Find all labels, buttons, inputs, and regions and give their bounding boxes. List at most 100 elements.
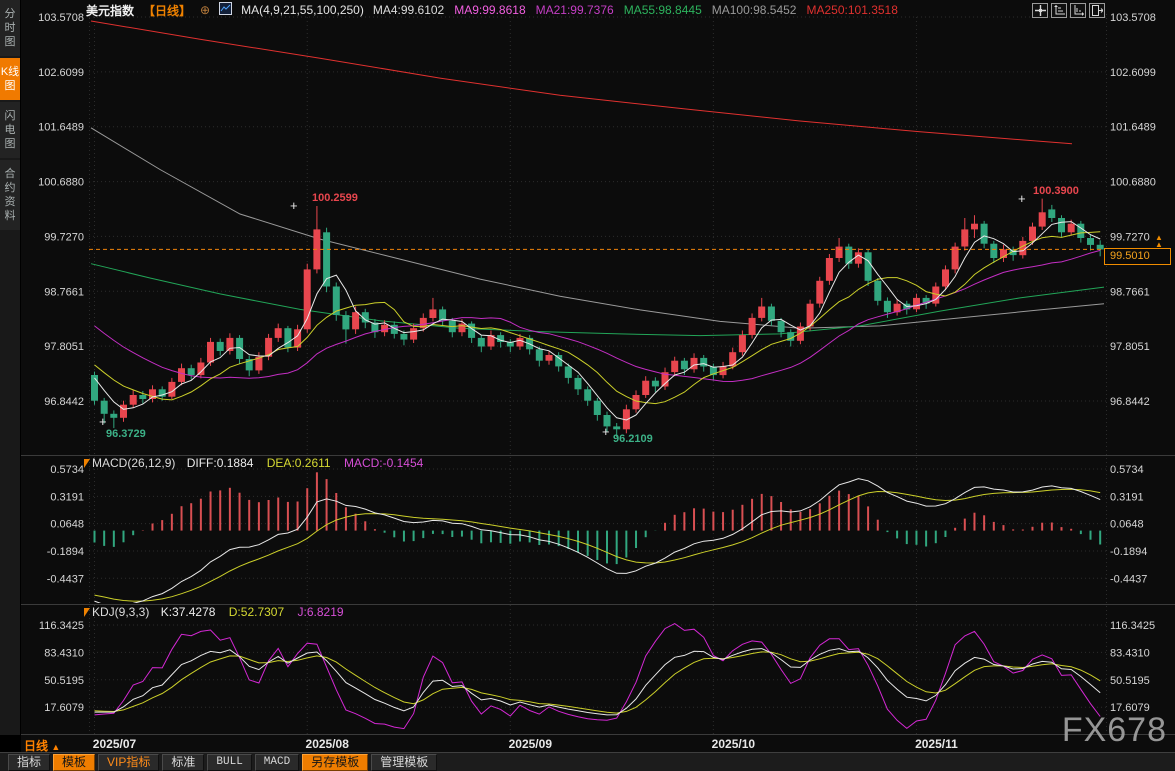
svg-text:116.3425: 116.3425 — [1110, 620, 1155, 632]
svg-text:99.7270: 99.7270 — [44, 231, 84, 243]
ma-value-5: MA250:101.3518 — [806, 3, 898, 17]
svg-text:2025/11: 2025/11 — [915, 737, 958, 751]
fast-ma-lines — [94, 221, 1101, 421]
chart-header: 美元指数 【日线】 ⊕ MA(4,9,21,55,100,250) MA4:99… — [86, 2, 898, 18]
toolbar-button-5[interactable]: MACD — [254, 753, 300, 771]
cursor-cross-marker: + — [1018, 191, 1026, 206]
price-up-arrow-icon: ▲ ▲ — [1155, 233, 1163, 249]
kdj-title: KDJ(9,3,3) — [92, 605, 150, 619]
candlestick-series — [91, 198, 1104, 438]
kdj-panel-toggle-icon[interactable] — [84, 608, 90, 617]
cursor-cross-marker: + — [602, 424, 610, 439]
toolbar-button-0[interactable]: 指标 — [8, 753, 51, 771]
kdj-j-value: J:6.8219 — [297, 605, 344, 619]
manual-scale-icon[interactable] — [1070, 3, 1086, 18]
svg-text:-0.4437: -0.4437 — [47, 573, 84, 585]
grid-and-axes: 103.5708 103.5708 102.6099 102.6099 101.6489… — [21, 12, 1175, 751]
kdj-k-value: K:37.4278 — [160, 605, 216, 619]
svg-text:100.6880: 100.6880 — [38, 177, 84, 189]
sidebar-item-2[interactable]: 闪电图 — [0, 102, 20, 158]
period-selector-label: 日线 — [24, 739, 49, 753]
toolbar-button-3[interactable]: 标准 — [162, 753, 205, 771]
chart-style-icon[interactable] — [219, 2, 233, 18]
toolbar-button-2[interactable]: VIP指标 — [98, 753, 160, 771]
macd-dea-value: DEA:0.2611 — [266, 456, 331, 470]
svg-text:102.6099: 102.6099 — [38, 67, 84, 79]
chevron-up-icon: ▲ — [51, 742, 61, 752]
macd-panel — [93, 472, 1102, 603]
ma-value-0: MA4:99.6102 — [372, 3, 445, 17]
kdj-panel — [94, 623, 1101, 730]
pan-icon[interactable] — [1032, 3, 1048, 18]
svg-text:2025/09: 2025/09 — [509, 737, 553, 751]
price-extreme-label: 96.2109 — [613, 433, 653, 445]
ma-value-1: MA9:99.8618 — [454, 3, 526, 17]
price-extreme-label: 100.3900 — [1033, 185, 1079, 197]
price-extreme-label: 96.3729 — [106, 428, 146, 440]
svg-text:100.6880: 100.6880 — [1110, 177, 1156, 189]
svg-text:102.6099: 102.6099 — [1110, 67, 1156, 79]
cursor-cross-marker: + — [99, 414, 107, 429]
ma-value-2: MA21:99.7376 — [535, 3, 614, 17]
svg-text:103.5708: 103.5708 — [38, 12, 84, 24]
sidebar-item-0[interactable]: 分时图 — [0, 0, 20, 56]
toolbar-button-7[interactable]: 管理模板 — [371, 753, 438, 771]
toolbar-button-1[interactable]: 模板 — [53, 753, 96, 771]
period-tag: 【日线】 — [143, 3, 192, 18]
sidebar-item-3[interactable]: 合约资料 — [0, 160, 20, 230]
watermark: FX678 — [1061, 711, 1167, 749]
price-extreme-label: 100.2599 — [312, 192, 358, 204]
kdj-legend: KDJ(9,3,3) K:37.4278 D:52.7307 J:6.8219 — [92, 605, 344, 619]
svg-text:0.3191: 0.3191 — [50, 491, 84, 503]
svg-text:0.5734: 0.5734 — [50, 464, 84, 476]
svg-text:98.7661: 98.7661 — [44, 286, 84, 298]
svg-text:2025/08: 2025/08 — [306, 737, 350, 751]
macd-diff-value: DIFF:0.1884 — [186, 456, 254, 470]
ma-value-4: MA100:98.5452 — [711, 3, 797, 17]
svg-text:50.5195: 50.5195 — [44, 675, 84, 687]
add-indicator-icon[interactable]: ⊕ — [200, 3, 210, 17]
svg-text:2025/10: 2025/10 — [712, 737, 756, 751]
macd-panel-toggle-icon[interactable] — [84, 459, 90, 468]
svg-text:96.8442: 96.8442 — [44, 396, 84, 408]
svg-text:2025/07: 2025/07 — [93, 737, 137, 751]
cursor-cross-marker: + — [290, 198, 298, 213]
chart-toolbar-icons — [1032, 3, 1105, 18]
svg-text:97.8051: 97.8051 — [44, 341, 84, 353]
svg-text:101.6489: 101.6489 — [1110, 122, 1156, 134]
svg-text:97.8051: 97.8051 — [1110, 341, 1150, 353]
svg-text:99.7270: 99.7270 — [1110, 231, 1150, 243]
svg-text:-0.1894: -0.1894 — [47, 546, 84, 558]
macd-hist-value: MACD:-0.1454 — [343, 456, 424, 470]
svg-text:96.8442: 96.8442 — [1110, 396, 1150, 408]
ma-value-3: MA55:98.8445 — [623, 3, 702, 17]
svg-text:50.5195: 50.5195 — [1110, 675, 1150, 687]
svg-text:17.6079: 17.6079 — [44, 702, 84, 714]
sidebar-item-1[interactable]: K线图 — [0, 58, 20, 100]
macd-title: MACD(26,12,9) — [92, 456, 176, 470]
ma-overlay-lines — [90, 20, 1105, 337]
ma-settings-label: MA(4,9,21,55,100,250) — [241, 3, 364, 17]
symbol-title: 美元指数 — [86, 3, 135, 18]
current-price-label: 99.5010 — [1104, 248, 1171, 265]
svg-text:83.4310: 83.4310 — [1110, 647, 1150, 659]
macd-legend: MACD(26,12,9) DIFF:0.1884 DEA:0.2611 MAC… — [92, 456, 423, 470]
toolbar-button-4[interactable]: BULL — [207, 753, 252, 771]
chart-application: 分时图 K线图 闪电图 合约资料 103.5708 103.5708 102.6099 10… — [0, 0, 1175, 771]
main-chart[interactable]: 103.5708 103.5708 102.6099 102.6099 101.6489… — [0, 0, 1175, 752]
collapse-panel-icon[interactable] — [1089, 3, 1105, 18]
svg-text:103.5708: 103.5708 — [1110, 12, 1156, 24]
svg-text:0.0648: 0.0648 — [1110, 519, 1144, 531]
sidebar: 分时图 K线图 闪电图 合约资料 — [0, 0, 21, 752]
bottom-toolbar: 指标 模板 VIP指标 标准 BULL MACD 另存模板 管理模板 — [0, 752, 1175, 771]
svg-text:-0.4437: -0.4437 — [1110, 573, 1147, 585]
kdj-d-value: D:52.7307 — [228, 605, 285, 619]
svg-text:-0.1894: -0.1894 — [1110, 546, 1147, 558]
auto-scale-icon[interactable] — [1051, 3, 1067, 18]
bottom-left-corner — [0, 735, 20, 752]
svg-text:0.0648: 0.0648 — [50, 519, 84, 531]
toolbar-button-6[interactable]: 另存模板 — [302, 753, 369, 771]
svg-text:98.7661: 98.7661 — [1110, 286, 1150, 298]
svg-text:116.3425: 116.3425 — [39, 620, 84, 632]
svg-text:0.3191: 0.3191 — [1110, 491, 1144, 503]
